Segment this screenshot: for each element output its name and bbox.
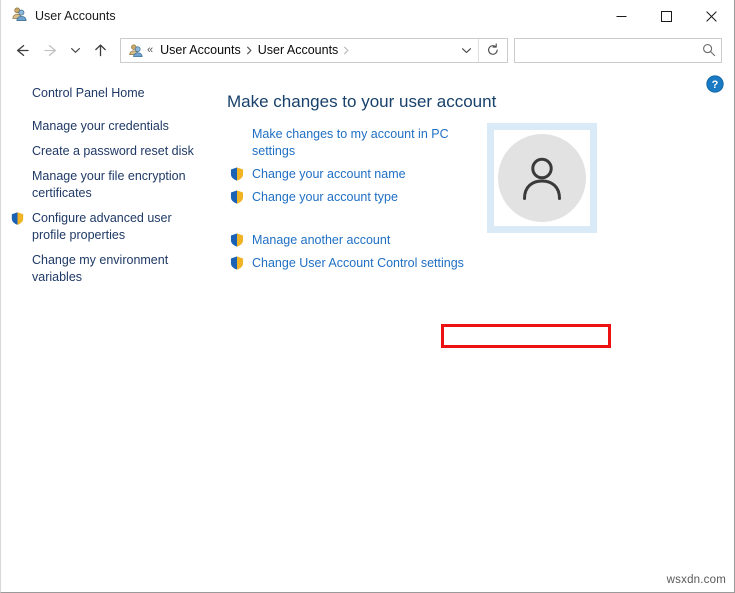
navigation-bar: « User Accounts User Accounts [1, 32, 734, 68]
title-bar-left: User Accounts [1, 6, 599, 27]
refresh-button[interactable] [478, 39, 507, 62]
search-box[interactable] [514, 38, 722, 63]
task-link-label: Manage another account [252, 232, 390, 249]
sidebar-item-environment-variables[interactable]: Change my environment variables [1, 252, 219, 286]
uac-shield-icon [229, 166, 245, 182]
avatar [498, 134, 586, 222]
uac-shield-icon [229, 255, 245, 271]
task-change-account-name[interactable]: Change your account name [227, 165, 477, 183]
up-arrow-icon [92, 42, 109, 59]
task-link-label: Change your account name [252, 166, 406, 183]
task-link-label: Make changes to my account in PC setting… [252, 126, 477, 160]
uac-shield-icon [229, 232, 245, 248]
breadcrumb-overflow-separator[interactable]: « [144, 44, 156, 56]
sidebar-home-label: Control Panel Home [32, 86, 145, 100]
up-one-level-button[interactable] [86, 35, 114, 65]
task-change-account-type[interactable]: Change your account type [227, 188, 477, 206]
breadcrumb-chevron-1[interactable] [342, 39, 351, 62]
sidebar-item-label: Create a password reset disk [32, 143, 207, 160]
task-pc-settings[interactable]: Make changes to my account in PC setting… [227, 126, 477, 160]
watermark: wsxdn.com [667, 574, 726, 586]
maximize-icon [661, 11, 672, 22]
window-title: User Accounts [35, 9, 116, 23]
chevron-right-icon [246, 46, 253, 55]
sidebar-item-control-panel-home[interactable]: Control Panel Home [32, 86, 145, 100]
maximize-button[interactable] [644, 0, 689, 32]
user-avatar-icon [515, 151, 569, 205]
search-input[interactable] [515, 42, 697, 58]
task-list-spacer [227, 211, 477, 231]
caption-buttons [599, 0, 734, 32]
sidebar-item-advanced-user-profile[interactable]: Configure advanced user profile properti… [1, 210, 219, 244]
sidebar-item-label: Configure advanced user profile properti… [32, 210, 207, 244]
sidebar-item-label: Manage your credentials [32, 118, 207, 135]
account-picture-inner [494, 130, 590, 226]
sidebar-item-label: Change my environment variables [32, 252, 207, 286]
search-icon[interactable] [697, 43, 721, 57]
task-link-label: Change User Account Control settings [252, 255, 464, 272]
address-dropdown-button[interactable] [454, 40, 478, 61]
highlight-annotation [441, 324, 611, 348]
recent-locations-button[interactable] [64, 35, 86, 65]
user-accounts-window: User Accounts [0, 0, 735, 593]
forward-button[interactable] [36, 35, 64, 65]
close-icon [706, 11, 717, 22]
chevron-down-icon [461, 45, 472, 56]
page-title: Make changes to your user account [227, 92, 496, 112]
breadcrumb-chevron-0[interactable] [245, 39, 254, 62]
close-button[interactable] [689, 0, 734, 32]
breadcrumb-item-0[interactable]: User Accounts [157, 43, 244, 57]
account-picture-frame [487, 123, 597, 233]
chevron-down-icon [70, 45, 81, 56]
task-manage-another-account[interactable]: Manage another account [227, 231, 477, 249]
task-change-uac-settings[interactable]: Change User Account Control settings [227, 254, 477, 272]
forward-arrow-icon [42, 42, 59, 59]
user-accounts-icon [11, 6, 27, 27]
task-link-list: Make changes to my account in PC setting… [227, 126, 477, 277]
sidebar-item-password-reset-disk[interactable]: Create a password reset disk [1, 143, 219, 160]
sidebar-item-file-encryption-certificates[interactable]: Manage your file encryption certificates [1, 168, 219, 202]
chevron-right-icon [343, 46, 350, 55]
back-arrow-icon [14, 42, 31, 59]
breadcrumb-item-1[interactable]: User Accounts [255, 43, 342, 57]
breadcrumb: « User Accounts User Accounts [121, 39, 454, 62]
title-bar: User Accounts [1, 0, 734, 32]
uac-shield-icon [10, 211, 25, 226]
content-area: ? Control Panel Home Manage your credent… [1, 68, 734, 592]
breadcrumb-icon[interactable] [126, 43, 143, 58]
sidebar-task-list: Manage your credentials Create a passwor… [1, 118, 219, 294]
refresh-icon [486, 43, 500, 57]
back-button[interactable] [8, 35, 36, 65]
task-link-label: Change your account type [252, 189, 398, 206]
sidebar-item-label: Manage your file encryption certificates [32, 168, 207, 202]
minimize-icon [616, 11, 627, 22]
main-pane: Make changes to your user account Make c… [219, 68, 734, 592]
sidebar: Control Panel Home Manage your credentia… [1, 68, 219, 592]
minimize-button[interactable] [599, 0, 644, 32]
uac-shield-icon [229, 189, 245, 205]
address-bar[interactable]: « User Accounts User Accounts [120, 38, 508, 63]
sidebar-item-manage-credentials[interactable]: Manage your credentials [1, 118, 219, 135]
